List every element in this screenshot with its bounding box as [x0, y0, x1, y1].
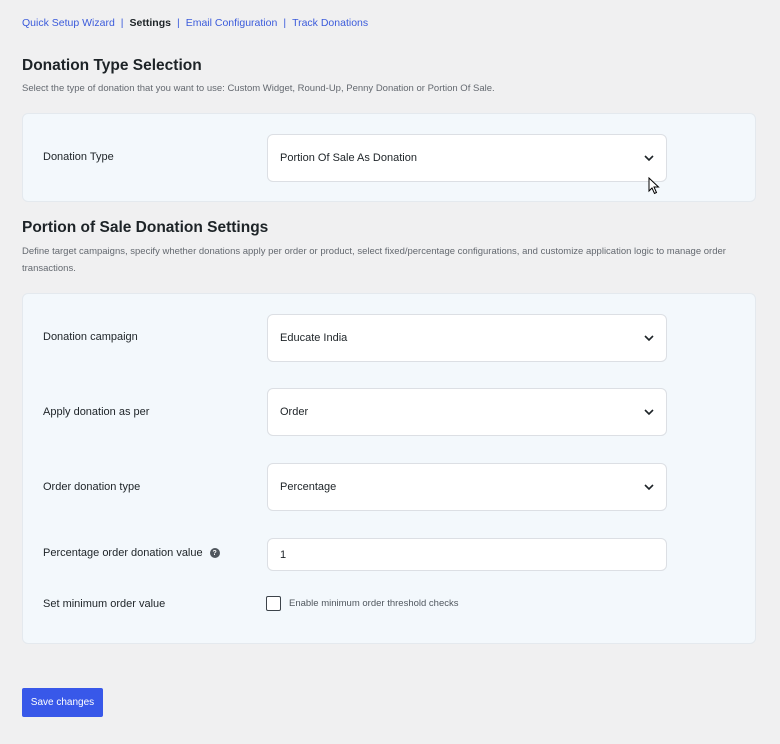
- question-circle-icon[interactable]: ?: [209, 548, 220, 558]
- percentage-order-donation-value: 1: [280, 548, 287, 561]
- settings-nav: Quick Setup Wizard | Settings | Email Co…: [22, 17, 368, 29]
- minimum-order-threshold-option: Enable minimum order threshold checks: [266, 596, 459, 611]
- apply-donation-selected-value: Order: [280, 406, 309, 418]
- donation-campaign-selected-value: Educate India: [280, 332, 348, 344]
- nav-separator: |: [283, 17, 287, 29]
- donation-campaign-select[interactable]: Educate India: [267, 314, 667, 362]
- portion-of-sale-section-description: Define target campaigns, specify whether…: [22, 246, 726, 274]
- percentage-order-donation-value-input[interactable]: 1: [267, 538, 667, 571]
- order-donation-type-select[interactable]: Percentage: [267, 463, 667, 511]
- order-donation-type-selected-value: Percentage: [280, 481, 337, 493]
- nav-separator: |: [120, 17, 124, 29]
- chevron-down-icon: [644, 153, 654, 163]
- nav-link-quick-setup-wizard[interactable]: Quick Setup Wizard: [22, 17, 115, 29]
- minimum-order-threshold-checkbox[interactable]: [266, 596, 281, 611]
- percentage-order-donation-value-label: Percentage order donation value ?: [43, 547, 220, 559]
- apply-donation-as-per-select[interactable]: Order: [267, 388, 667, 436]
- donation-type-select[interactable]: Portion Of Sale As Donation: [267, 134, 667, 182]
- nav-separator: |: [176, 17, 180, 29]
- set-minimum-order-value-label: Set minimum order value: [43, 598, 166, 610]
- portion-of-sale-section-title: Portion of Sale Donation Settings: [22, 219, 269, 236]
- donation-type-label: Donation Type: [43, 151, 114, 163]
- donation-type-section-title: Donation Type Selection: [22, 57, 202, 74]
- chevron-down-icon: [644, 407, 654, 417]
- minimum-order-threshold-checkbox-label[interactable]: Enable minimum order threshold checks: [289, 598, 459, 609]
- donation-type-selected-value: Portion Of Sale As Donation: [280, 152, 417, 164]
- apply-donation-as-per-label: Apply donation as per: [43, 406, 150, 418]
- nav-link-settings[interactable]: Settings: [130, 17, 171, 29]
- donation-type-section-description: Select the type of donation that you wan…: [22, 83, 495, 94]
- mouse-pointer-icon: [648, 176, 660, 200]
- chevron-down-icon: [644, 333, 654, 343]
- portion-of-sale-card: Donation campaign Educate India Apply do…: [22, 293, 756, 644]
- nav-link-track-donations[interactable]: Track Donations: [292, 17, 368, 29]
- chevron-down-icon: [644, 482, 654, 492]
- percentage-order-donation-value-text: Percentage order donation value: [43, 547, 203, 559]
- donation-campaign-label: Donation campaign: [43, 331, 138, 343]
- order-donation-type-label: Order donation type: [43, 481, 141, 493]
- save-changes-button[interactable]: Save changes: [22, 688, 103, 717]
- nav-link-email-configuration[interactable]: Email Configuration: [186, 17, 278, 29]
- donation-type-card: Donation Type Portion Of Sale As Donatio…: [22, 113, 756, 202]
